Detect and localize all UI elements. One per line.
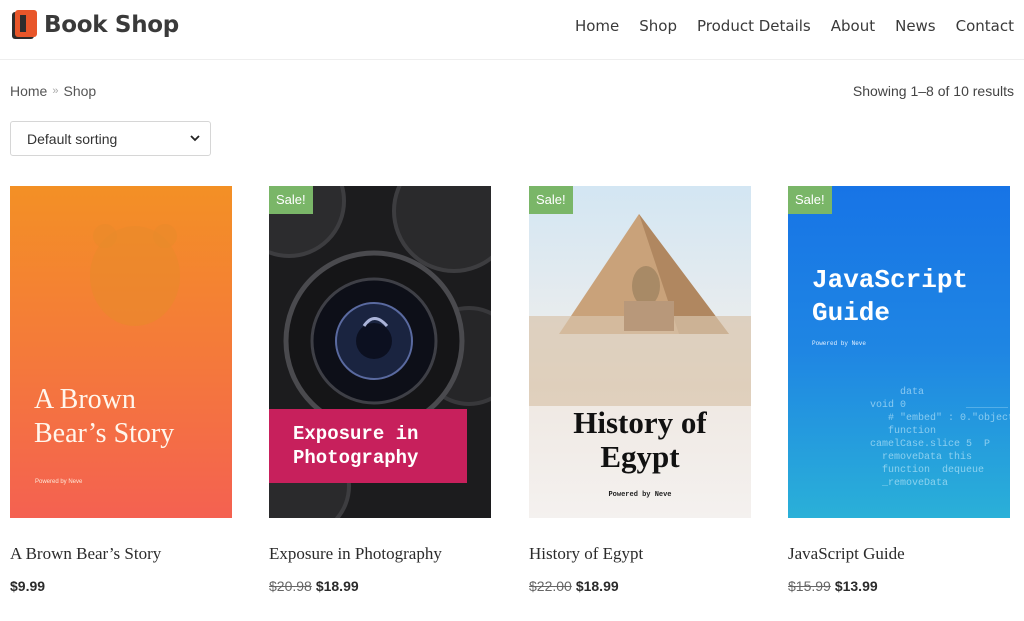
site-logo[interactable]: Book Shop: [12, 10, 179, 40]
current-price: $18.99: [315, 578, 359, 594]
cover-title: JavaScript Guide: [812, 264, 968, 330]
old-price: $22.00: [529, 578, 572, 594]
product-title[interactable]: JavaScript Guide: [788, 544, 905, 564]
product-card: History of Egypt Powered by Neve Sale! H…: [529, 186, 751, 594]
sale-badge: Sale!: [529, 186, 573, 214]
sale-badge: Sale!: [269, 186, 313, 214]
cover-title-line: History of: [573, 405, 707, 440]
product-price: $9.99: [10, 578, 45, 594]
product-cover-image[interactable]: A Brown Bear’s Story Powered by Neve: [10, 186, 232, 518]
product-title[interactable]: A Brown Bear’s Story: [10, 544, 161, 564]
product-card: data void 0 _______ # "embed" : 0."objec…: [788, 186, 1010, 594]
product-cover-image[interactable]: History of Egypt Powered by Neve Sale!: [529, 186, 751, 518]
nav-home[interactable]: Home: [575, 17, 619, 35]
cover-powered-by: Powered by Neve: [608, 491, 672, 499]
breadcrumb-home[interactable]: Home: [10, 83, 47, 99]
cover-title: History of Egypt: [529, 406, 751, 474]
breadcrumb-current: Shop: [63, 83, 97, 99]
site-logo-text: Book Shop: [44, 12, 179, 38]
nav-news[interactable]: News: [895, 17, 936, 35]
sorting-select[interactable]: Default sorting: [10, 121, 211, 156]
code-background-decoration: data void 0 _______ # "embed" : 0."objec…: [870, 387, 1010, 489]
nav-shop[interactable]: Shop: [639, 17, 677, 35]
nav-contact[interactable]: Contact: [956, 17, 1014, 35]
book-logo-icon: [12, 10, 37, 39]
product-cover-image[interactable]: data void 0 _______ # "embed" : 0."objec…: [788, 186, 1010, 518]
bear-illustration: [90, 224, 180, 326]
product-card: A Brown Bear’s Story Powered by Neve A B…: [10, 186, 232, 594]
cover-title-line: Photography: [293, 447, 419, 469]
cover-title-line: JavaScript: [812, 265, 969, 295]
old-price: $20.98: [269, 578, 312, 594]
product-price: $22.00 $18.99: [529, 578, 619, 594]
site-header: Book Shop Home Shop Product Details Abou…: [0, 0, 1024, 60]
cover-title: Exposure in Photography: [293, 422, 418, 470]
cover-title-line: A Brown: [34, 384, 136, 415]
product-cover-image[interactable]: Exposure in Photography Sale!: [269, 186, 491, 518]
product-title[interactable]: Exposure in Photography: [269, 544, 442, 564]
nav-about[interactable]: About: [831, 17, 875, 35]
breadcrumb-separator: »: [52, 85, 59, 97]
product-title[interactable]: History of Egypt: [529, 544, 643, 564]
cover-title-line: Bear’s Story: [34, 418, 175, 449]
cover-powered-by: Powered by Neve: [35, 479, 83, 485]
cover-title-line: Guide: [812, 298, 891, 328]
product-price: $20.98 $18.99: [269, 578, 359, 594]
current-price: $13.99: [834, 578, 878, 594]
breadcrumb: Home » Shop: [10, 83, 96, 99]
old-price: $15.99: [788, 578, 831, 594]
product-price: $15.99 $13.99: [788, 578, 878, 594]
sorting-selected-value: Default sorting: [27, 130, 118, 147]
nav-product-details[interactable]: Product Details: [697, 17, 811, 35]
product-card: Exposure in Photography Sale! Exposure i…: [269, 186, 491, 594]
main-nav: Home Shop Product Details About News Con…: [555, 17, 1014, 35]
cover-title: A Brown Bear’s Story: [34, 383, 174, 451]
cover-title-line: Exposure in: [293, 423, 419, 445]
current-price: $9.99: [10, 578, 46, 594]
cover-powered-by: Powered by Neve: [812, 340, 867, 347]
cover-title-line: Egypt: [600, 439, 680, 474]
chevron-down-icon: [190, 135, 200, 142]
result-count: Showing 1–8 of 10 results: [852, 83, 1014, 99]
current-price: $18.99: [575, 578, 619, 594]
sale-badge: Sale!: [788, 186, 832, 214]
